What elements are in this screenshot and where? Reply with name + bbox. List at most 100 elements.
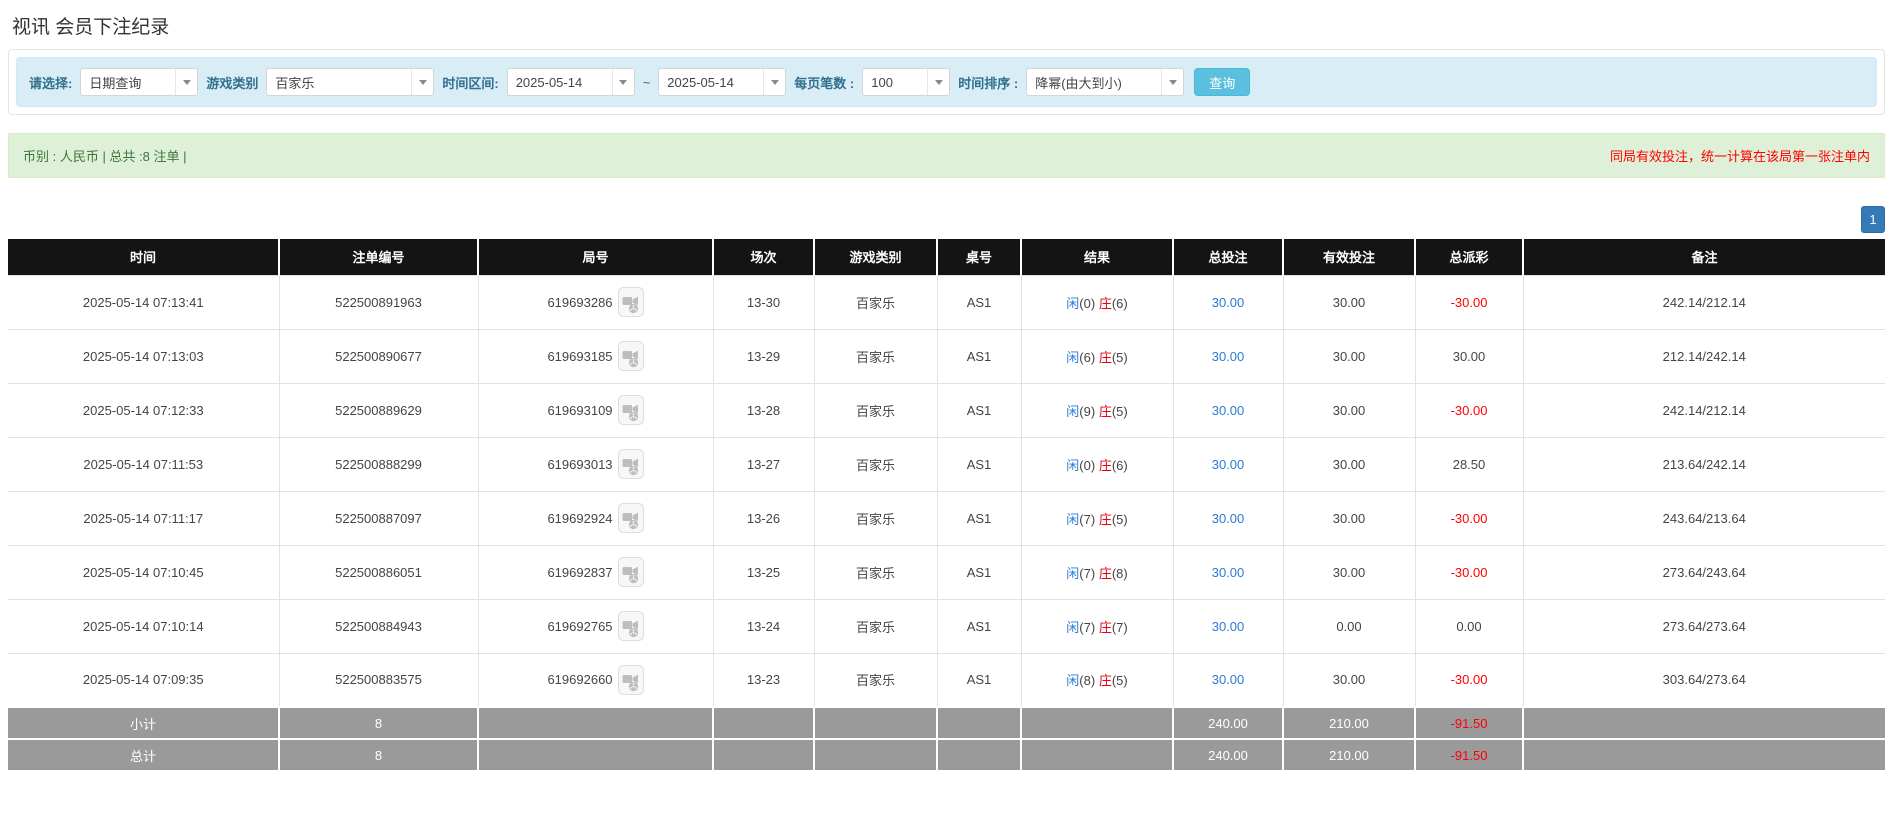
payout-cell: 0.00 — [1414, 598, 1524, 654]
date-from-select[interactable] — [506, 68, 635, 96]
chevron-down-icon — [182, 79, 191, 85]
session-cell: 13-23 — [712, 652, 815, 708]
date-from-value[interactable] — [507, 69, 612, 95]
search-button[interactable]: 查询 — [1194, 68, 1251, 96]
result-banker-score: (5) — [1111, 511, 1128, 527]
page-1-button[interactable]: 1 — [1861, 206, 1885, 233]
time-cell: 2025-05-14 07:13:41 — [8, 274, 280, 330]
page-size-select[interactable] — [862, 68, 951, 96]
col-time: 时间 — [8, 239, 279, 275]
video-icon[interactable] — [617, 395, 644, 425]
page-size-value[interactable] — [863, 69, 928, 95]
result-player-score: (7) — [1079, 511, 1096, 527]
result-player-label: 闲 — [1066, 457, 1080, 473]
total-empty-cell — [813, 739, 938, 772]
subtotal-valid-bet: 210.00 — [1282, 706, 1416, 740]
bet-id-cell: 522500891963 — [278, 274, 479, 330]
video-icon[interactable] — [617, 287, 644, 317]
subtotal-empty-cell — [936, 706, 1022, 740]
chevron-down-icon — [1168, 79, 1177, 85]
valid-bet-cell: 0.00 — [1282, 598, 1416, 654]
query-mode-select[interactable] — [80, 68, 199, 96]
valid-bet-cell: 30.00 — [1282, 382, 1416, 438]
page-size-dropdown-button[interactable] — [927, 69, 950, 95]
round-id-text: 619692765 — [547, 618, 613, 634]
time-cell: 2025-05-14 07:09:35 — [8, 652, 280, 708]
table-row: 2025-05-14 07:11:17 522500887097 6196929… — [8, 490, 1885, 546]
video-icon[interactable] — [617, 664, 644, 695]
remark-cell: 242.14/212.14 — [1522, 274, 1885, 330]
result-banker-label: 庄 — [1098, 403, 1112, 419]
video-icon[interactable] — [617, 503, 644, 533]
result-banker-score: (7) — [1111, 619, 1128, 635]
round-id-cell: 619692660 — [477, 652, 714, 708]
table-row: 2025-05-14 07:13:03 522500890677 6196931… — [8, 328, 1885, 384]
result-player-label: 闲 — [1066, 565, 1080, 581]
table-body: 2025-05-14 07:13:41 522500891963 6196932… — [8, 274, 1885, 708]
page-root: 视讯 会员下注纪录 请选择: 游戏类别 时间区间: ~ 每页 — [0, 0, 1893, 772]
col-bet-id: 注单编号 — [278, 239, 478, 275]
date-to-select[interactable] — [658, 68, 787, 96]
video-icon[interactable] — [617, 449, 644, 479]
subtotal-empty-cell — [477, 706, 714, 740]
remark-cell: 273.64/273.64 — [1522, 598, 1885, 654]
table-row: 2025-05-14 07:13:41 522500891963 6196932… — [8, 274, 1885, 330]
game-type-cell: 百家乐 — [813, 544, 938, 600]
time-sort-dropdown-button[interactable] — [1161, 69, 1184, 95]
subtotal-payout: -91.50 — [1414, 706, 1524, 740]
col-game-type: 游戏类别 — [813, 239, 937, 275]
total-row: 总计 8 240.00 210.00 -91.50 — [8, 739, 1885, 772]
game-type-select[interactable] — [266, 68, 435, 96]
game-type-cell: 百家乐 — [813, 382, 938, 438]
video-icon[interactable] — [617, 341, 644, 371]
result-cell: 闲(7) 庄(8) — [1020, 544, 1174, 600]
query-mode-dropdown-button[interactable] — [175, 69, 198, 95]
round-id-cell: 619693185 — [477, 328, 714, 384]
total-bet-cell: 30.00 — [1172, 490, 1284, 546]
valid-bet-cell: 30.00 — [1282, 652, 1416, 708]
time-sort-value[interactable] — [1027, 69, 1162, 95]
bet-id-cell: 522500886051 — [278, 544, 479, 600]
result-player-score: (7) — [1079, 565, 1096, 581]
bet-id-cell: 522500883575 — [278, 652, 479, 708]
total-empty-cell — [1020, 739, 1174, 772]
filter-panel: 请选择: 游戏类别 时间区间: ~ 每页笔数 : — [8, 49, 1885, 115]
game-type-value[interactable] — [267, 69, 412, 95]
result-banker-label: 庄 — [1098, 565, 1112, 581]
total-bet-cell: 30.00 — [1172, 274, 1284, 330]
date-to-value[interactable] — [659, 69, 764, 95]
game-type-cell: 百家乐 — [813, 436, 938, 492]
chevron-down-icon — [770, 79, 779, 85]
remark-cell: 243.64/213.64 — [1522, 490, 1885, 546]
date-from-dropdown-button[interactable] — [611, 69, 634, 95]
date-range-label: 时间区间: — [442, 75, 499, 91]
date-to-dropdown-button[interactable] — [763, 69, 786, 95]
table-footer: 小计 8 240.00 210.00 -91.50 总计 8 240.00 21… — [8, 706, 1885, 772]
game-type-dropdown-button[interactable] — [411, 69, 434, 95]
total-label: 总计 — [8, 739, 280, 772]
result-cell: 闲(0) 庄(6) — [1020, 274, 1174, 330]
result-cell: 闲(6) 庄(5) — [1020, 328, 1174, 384]
result-banker-label: 庄 — [1098, 619, 1112, 635]
total-bet-cell: 30.00 — [1172, 382, 1284, 438]
filter-bar: 请选择: 游戏类别 时间区间: ~ 每页笔数 : — [16, 57, 1877, 107]
result-player-label: 闲 — [1066, 619, 1080, 635]
betting-records-table: 时间 注单编号 局号 场次 游戏类别 桌号 结果 总投注 有效投注 总派彩 备注… — [8, 239, 1885, 772]
session-cell: 13-25 — [712, 544, 815, 600]
video-icon[interactable] — [617, 611, 644, 641]
chevron-down-icon — [619, 79, 628, 85]
result-player-score: (0) — [1079, 295, 1096, 311]
time-sort-select[interactable] — [1026, 68, 1185, 96]
remark-cell: 303.64/273.64 — [1522, 652, 1885, 708]
result-player-label: 闲 — [1066, 295, 1080, 311]
time-cell: 2025-05-14 07:10:45 — [8, 544, 280, 600]
result-player-score: (7) — [1079, 619, 1096, 635]
remark-cell: 213.64/242.14 — [1522, 436, 1885, 492]
result-cell: 闲(0) 庄(6) — [1020, 436, 1174, 492]
result-player-label: 闲 — [1066, 349, 1080, 365]
valid-bet-cell: 30.00 — [1282, 490, 1416, 546]
currency-total-text: 币别 : 人民币 | 总共 :8 注单 | — [23, 149, 187, 164]
video-icon[interactable] — [617, 557, 644, 587]
query-mode-value[interactable] — [81, 69, 176, 95]
table-no-cell: AS1 — [936, 652, 1022, 708]
